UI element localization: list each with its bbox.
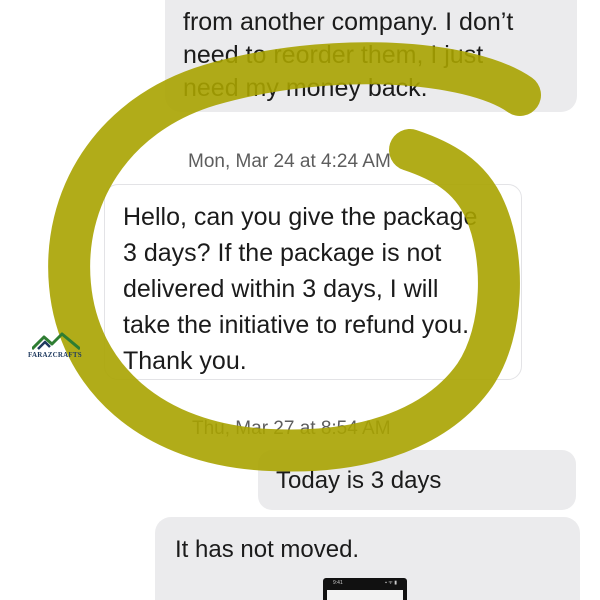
watermark-logo: FARAZCRAFTS bbox=[28, 332, 86, 364]
thumbnail-status-bar: 9:41 ▪ ᯤ ▮ bbox=[323, 578, 407, 588]
message-timestamp: Thu, Mar 27 at 8:54 AM bbox=[192, 418, 391, 439]
message-line: take the initiative to refund you. bbox=[123, 311, 470, 339]
attachment-thumbnail[interactable]: 9:41 ▪ ᯤ ▮ bbox=[323, 578, 407, 600]
received-message-bubble: from another company. I don’t need to re… bbox=[165, 0, 577, 112]
message-text: Today is 3 days bbox=[276, 467, 442, 494]
message-line: 3 days? If the package is not bbox=[123, 239, 442, 267]
message-line: Thank you. bbox=[123, 347, 247, 375]
thumbnail-status-icons: ▪ ᯤ ▮ bbox=[385, 580, 397, 586]
message-line: need to reorder them, I just bbox=[183, 41, 484, 69]
message-text: It has not moved. bbox=[175, 536, 360, 563]
seller-reply-bubble: Hello, can you give the package 3 days? … bbox=[104, 184, 522, 380]
sent-message-bubble: Today is 3 days bbox=[258, 450, 576, 510]
mountain-logo-icon bbox=[32, 332, 80, 350]
conversation-screenshot: from another company. I don’t need to re… bbox=[0, 0, 600, 600]
thumbnail-status-time: 9:41 bbox=[333, 580, 343, 586]
message-timestamp: Mon, Mar 24 at 4:24 AM bbox=[188, 151, 391, 172]
message-line: from another company. I don’t bbox=[183, 8, 514, 36]
watermark-text: FARAZCRAFTS bbox=[28, 351, 82, 359]
message-line: Hello, can you give the package bbox=[123, 203, 478, 231]
message-line: delivered within 3 days, I will bbox=[123, 275, 439, 303]
message-line: need my money back. bbox=[183, 74, 428, 102]
thumbnail-screen bbox=[327, 590, 403, 600]
